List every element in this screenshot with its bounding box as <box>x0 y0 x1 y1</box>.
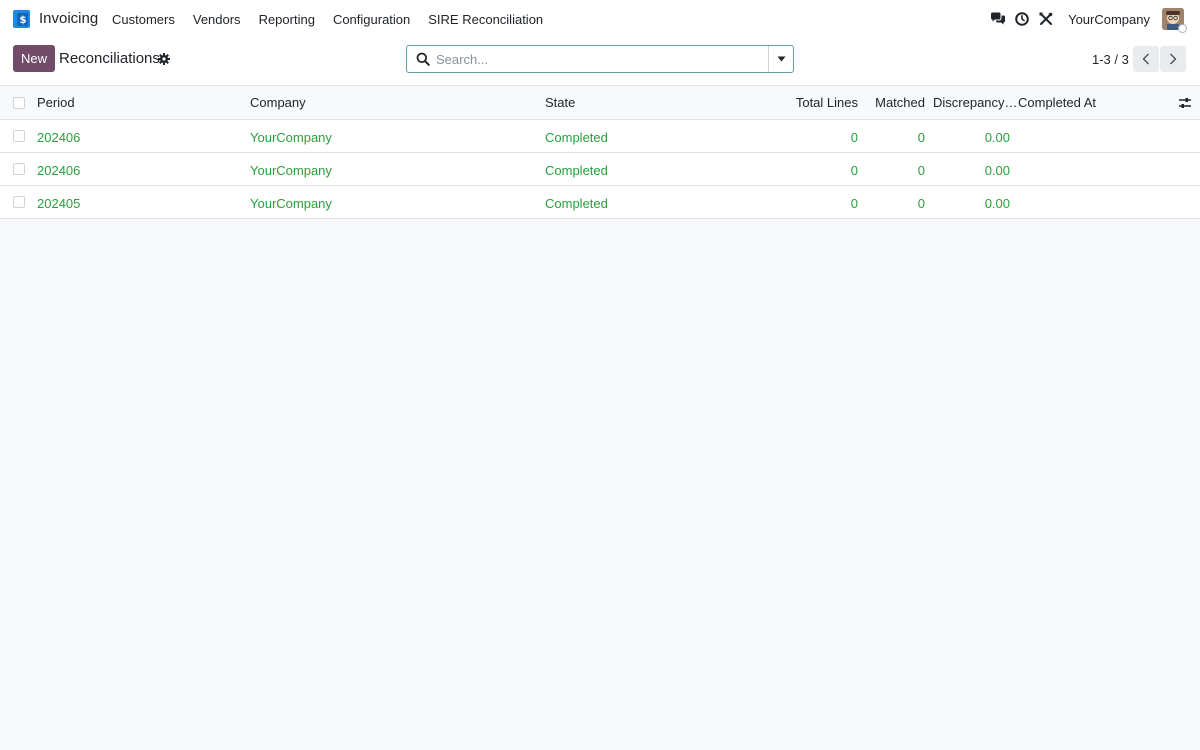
svg-text:$: $ <box>20 15 27 26</box>
chevron-right-icon <box>1170 53 1177 65</box>
menu-reporting[interactable]: Reporting <box>259 12 315 27</box>
table-row[interactable]: 202405 YourCompany Completed 0 0 0.00 <box>0 186 1200 219</box>
main-navbar: $ Invoicing Customers Vendors Reporting … <box>0 0 1200 38</box>
gear-icon[interactable] <box>158 53 170 65</box>
menu-customers[interactable]: Customers <box>112 12 175 27</box>
cell-total-lines: 0 <box>850 196 858 211</box>
cell-total-lines: 0 <box>850 130 858 145</box>
cell-matched: 0 <box>917 130 925 145</box>
systray: YourCompany <box>990 0 1200 38</box>
page-title: Reconciliations <box>59 50 160 67</box>
search-icon <box>416 52 430 66</box>
invoicing-app-icon[interactable]: $ <box>13 10 30 28</box>
pager-previous-button[interactable] <box>1133 46 1159 72</box>
cell-company: YourCompany <box>250 163 332 178</box>
tools-icon[interactable] <box>1038 11 1054 27</box>
user-avatar[interactable] <box>1162 8 1187 33</box>
new-button[interactable]: New <box>13 45 55 72</box>
pager-next-button[interactable] <box>1160 46 1186 72</box>
cell-company: YourCompany <box>250 130 332 145</box>
control-panel: New Reconciliations 1-3 / 3 <box>0 38 1200 86</box>
chat-icon[interactable] <box>990 11 1006 27</box>
cell-period: 202406 <box>37 163 81 178</box>
optional-columns-icon[interactable] <box>1178 96 1192 110</box>
column-header-total-lines[interactable]: Total Lines <box>780 95 858 110</box>
search-options-toggle[interactable] <box>768 46 793 72</box>
app-name[interactable]: Invoicing <box>39 10 98 27</box>
column-header-matched[interactable]: Matched <box>862 95 925 110</box>
caret-down-icon <box>777 56 785 62</box>
cell-discrepancy: 0.00 <box>984 196 1010 211</box>
cell-company: YourCompany <box>250 196 332 211</box>
chevron-left-icon <box>1142 53 1149 65</box>
menu-vendors[interactable]: Vendors <box>193 12 241 27</box>
column-header-company[interactable]: Company <box>250 95 306 110</box>
column-header-state[interactable]: State <box>545 95 575 110</box>
column-header-discrepancy[interactable]: Discrepancy… <box>933 95 1018 110</box>
column-header-period[interactable]: Period <box>37 95 75 110</box>
row-checkbox[interactable] <box>13 196 25 208</box>
menu-sire-reconciliation[interactable]: SIRE Reconciliation <box>428 12 543 27</box>
top-menu: Customers Vendors Reporting Configuratio… <box>112 12 561 27</box>
search-input[interactable] <box>436 47 768 71</box>
clock-icon[interactable] <box>1014 11 1030 27</box>
table-row[interactable]: 202406 YourCompany Completed 0 0 0.00 <box>0 120 1200 153</box>
row-checkbox[interactable] <box>13 130 25 142</box>
presence-status-icon <box>1178 24 1187 33</box>
cell-total-lines: 0 <box>850 163 858 178</box>
pager-value[interactable]: 1-3 / 3 <box>1092 52 1129 67</box>
cell-discrepancy: 0.00 <box>984 130 1010 145</box>
column-header-completed-at[interactable]: Completed At <box>1018 95 1096 110</box>
cell-discrepancy: 0.00 <box>984 163 1010 178</box>
list-header: Period Company State Total Lines Matched… <box>0 86 1200 120</box>
cell-matched: 0 <box>917 196 925 211</box>
search-bar <box>406 45 794 73</box>
cell-period: 202405 <box>37 196 81 211</box>
row-checkbox[interactable] <box>13 163 25 175</box>
select-all-checkbox[interactable] <box>13 97 25 109</box>
cell-period: 202406 <box>37 130 81 145</box>
reconciliations-list: Period Company State Total Lines Matched… <box>0 86 1200 219</box>
cell-state: Completed <box>545 163 608 178</box>
table-row[interactable]: 202406 YourCompany Completed 0 0 0.00 <box>0 153 1200 186</box>
cell-matched: 0 <box>917 163 925 178</box>
cell-state: Completed <box>545 196 608 211</box>
cell-state: Completed <box>545 130 608 145</box>
company-switcher[interactable]: YourCompany <box>1068 12 1150 27</box>
menu-configuration[interactable]: Configuration <box>333 12 410 27</box>
